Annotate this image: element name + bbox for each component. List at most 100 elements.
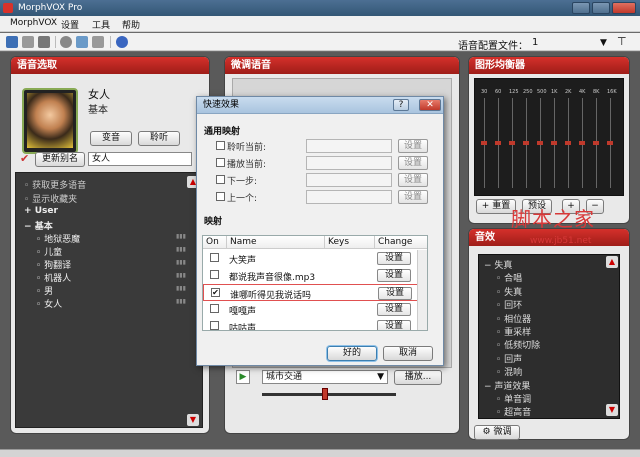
fx-item[interactable]: ◦ 回环 — [496, 298, 522, 311]
volume-slider-track[interactable] — [262, 393, 396, 396]
general-checkbox[interactable] — [216, 158, 225, 167]
general-keys-field[interactable] — [306, 173, 392, 187]
eq-band-handle[interactable] — [537, 141, 543, 145]
row-set-button[interactable]: 设置 — [378, 287, 412, 300]
fx-item[interactable]: ◦ 失真 — [496, 285, 522, 298]
settings-icon[interactable] — [92, 36, 104, 48]
voice-profile-select[interactable]: 1 — [532, 37, 538, 48]
play-icon[interactable]: ▶ — [236, 370, 250, 384]
fx-group[interactable]: − 失真 — [484, 258, 512, 271]
eq-band-handle[interactable] — [565, 141, 571, 145]
timer-icon[interactable] — [60, 36, 72, 48]
general-set-button[interactable]: 设置 — [398, 156, 428, 170]
list-item[interactable]: ◦ 显示收藏夹 — [24, 192, 77, 205]
fx-group[interactable]: − 声道效果 — [484, 379, 530, 392]
eq-band-handle[interactable] — [509, 141, 515, 145]
fx-scroll-down-button[interactable]: ▼ — [606, 404, 618, 416]
general-set-button[interactable]: 设置 — [398, 190, 428, 204]
chart-icon[interactable] — [76, 36, 88, 48]
col-change[interactable]: Change — [375, 236, 427, 249]
list-item[interactable]: ◦ 女人 — [36, 297, 62, 310]
fx-item[interactable]: ◦ 超高音 — [496, 405, 531, 418]
alias-input[interactable]: 女人 — [88, 152, 192, 166]
general-keys-field[interactable] — [306, 190, 392, 204]
minimize-button[interactable] — [572, 2, 590, 14]
row-checkbox[interactable]: ✔ — [211, 288, 220, 297]
row-set-button[interactable]: 设置 — [377, 269, 411, 282]
eq-band-handle[interactable] — [495, 141, 501, 145]
fx-item[interactable]: ◦ 低频切除 — [496, 338, 540, 351]
eq-band-handle[interactable] — [551, 141, 557, 145]
volume-slider-handle[interactable] — [322, 388, 328, 400]
row-set-button[interactable]: 设置 — [377, 303, 411, 316]
scroll-down-button[interactable]: ▼ — [187, 414, 199, 426]
row-checkbox[interactable] — [210, 270, 219, 279]
chevron-down-icon[interactable]: ▼ — [600, 38, 607, 48]
save-icon[interactable] — [6, 36, 18, 48]
row-set-button[interactable]: 设置 — [377, 320, 411, 330]
cancel-button[interactable]: 取消 — [383, 346, 433, 361]
table-scrollbar[interactable] — [417, 250, 427, 330]
eq-band-handle[interactable] — [481, 141, 487, 145]
table-row[interactable]: ✔ 谁哪听得见我说话吗 设置 — [203, 284, 425, 301]
environment-button[interactable]: 播放... — [394, 370, 442, 385]
toolbar — [0, 33, 640, 51]
general-set-button[interactable]: 设置 — [398, 173, 428, 187]
fx-item[interactable]: ◦ 重采样 — [496, 325, 531, 338]
general-checkbox[interactable] — [216, 175, 225, 184]
fx-item[interactable]: ◦ 相位器 — [496, 312, 531, 325]
list-item[interactable]: ◦ 狗翻译 — [36, 258, 71, 271]
menu-tools[interactable]: 工具 — [92, 18, 110, 31]
menu-help[interactable]: 帮助 — [122, 18, 140, 31]
general-keys-field[interactable] — [306, 139, 392, 153]
table-row[interactable]: 都说我声音很像.mp3 设置 — [203, 267, 425, 284]
col-keys[interactable]: Keys — [325, 236, 375, 249]
open-icon[interactable] — [22, 36, 34, 48]
col-on[interactable]: On — [203, 236, 227, 249]
dialog-help-button[interactable]: ? — [393, 99, 409, 111]
list-item[interactable]: ◦ 地狱恶魔 — [36, 232, 80, 245]
menu-settings[interactable]: 设置 — [61, 18, 79, 31]
eq-reset-button[interactable]: + 重置 — [476, 199, 516, 214]
list-group[interactable]: + User — [24, 206, 58, 216]
fx-item[interactable]: ◦ 回声 — [496, 352, 522, 365]
listen-button[interactable]: 聆听 — [138, 131, 180, 146]
update-alias-button[interactable]: 更新别名 — [35, 152, 85, 167]
dialog-close-button[interactable]: ✕ — [419, 99, 441, 111]
general-keys-field[interactable] — [306, 156, 392, 170]
list-item[interactable]: ◦ 儿童 — [36, 245, 62, 258]
menu-morphvox[interactable]: MorphVOX — [10, 18, 57, 28]
fx-item[interactable]: ◦ 合唱 — [496, 271, 522, 284]
list-group[interactable]: − 基本 — [24, 219, 53, 232]
eq-band-handle[interactable] — [593, 141, 599, 145]
general-set-button[interactable]: 设置 — [398, 139, 428, 153]
fx-item[interactable]: ◦ 混响 — [496, 365, 522, 378]
col-name[interactable]: Name — [227, 236, 325, 249]
eq-band-handle[interactable] — [579, 141, 585, 145]
filter-icon[interactable]: ⊤ — [617, 35, 627, 48]
ok-button[interactable]: 好的 — [327, 346, 377, 361]
eq-band-handle[interactable] — [523, 141, 529, 145]
maximize-button[interactable] — [592, 2, 610, 14]
record-icon[interactable] — [38, 36, 50, 48]
eq-band-handle[interactable] — [607, 141, 613, 145]
morph-button[interactable]: 变音 — [90, 131, 132, 146]
list-item[interactable]: ◦ 男 — [36, 284, 53, 297]
close-button[interactable] — [612, 2, 636, 14]
list-item[interactable]: ◦ 获取更多语音 — [24, 178, 86, 191]
general-checkbox[interactable] — [216, 192, 225, 201]
help-icon[interactable] — [116, 36, 128, 48]
table-row[interactable]: 咕咕声 设置 — [203, 318, 425, 330]
fx-tune-button[interactable]: ⚙ 微调 — [474, 425, 520, 440]
row-set-button[interactable]: 设置 — [377, 252, 411, 265]
row-checkbox[interactable] — [210, 304, 219, 313]
row-checkbox[interactable] — [210, 321, 219, 330]
environment-select[interactable]: 城市交通 ▼ — [262, 370, 388, 384]
row-checkbox[interactable] — [210, 253, 219, 262]
list-item[interactable]: ◦ 机器人 — [36, 271, 71, 284]
table-row[interactable]: 嘎嘎声 设置 — [203, 301, 425, 318]
general-checkbox[interactable] — [216, 141, 225, 150]
fx-item[interactable]: ◦ 单音调 — [496, 392, 531, 405]
table-row[interactable]: 大笑声 设置 — [203, 250, 425, 267]
fx-scroll-up-button[interactable]: ▲ — [606, 256, 618, 268]
